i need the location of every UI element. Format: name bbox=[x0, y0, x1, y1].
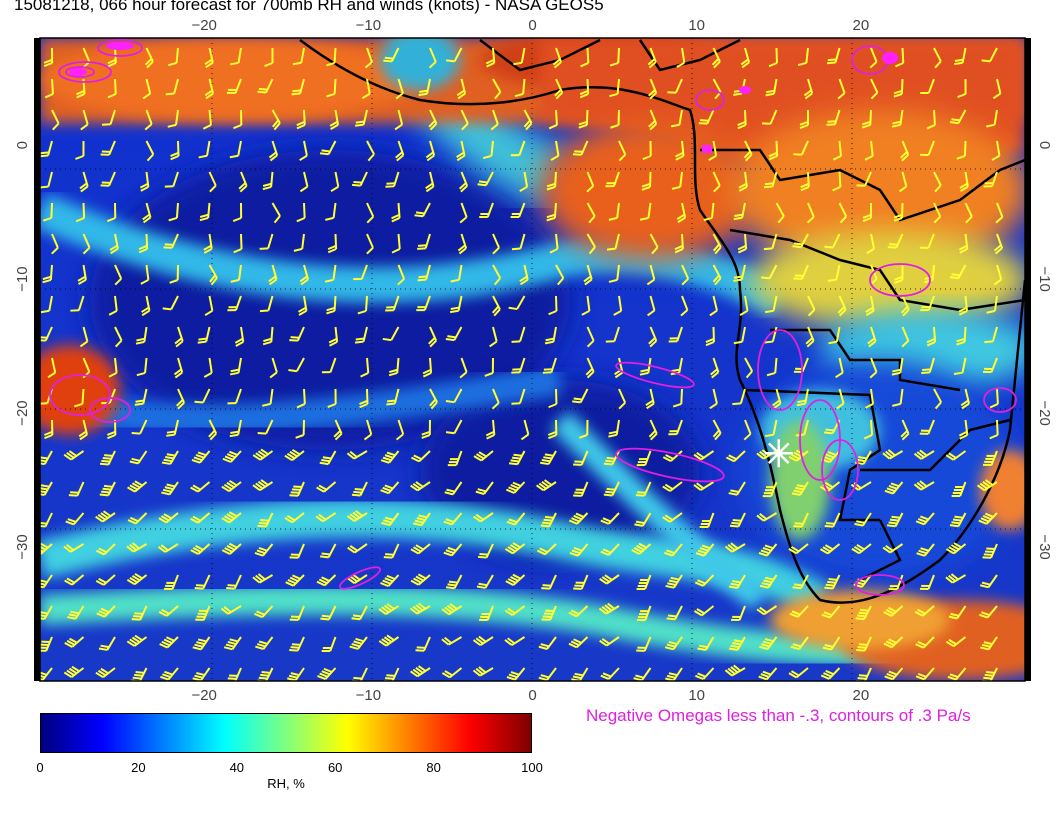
colorbar-tick: 20 bbox=[131, 760, 146, 775]
colorbar-tick: 0 bbox=[36, 760, 44, 775]
lon-tick-bottom: 10 bbox=[688, 687, 705, 700]
lat-tick-left: −30 bbox=[14, 534, 31, 559]
rh-wind-map: −20 −20 −10 −10 0 0 10 10 20 20 0 0 −10 −10 −20 −20 −30 −… bbox=[14, 17, 1053, 700]
colorbar-tick: 100 bbox=[521, 760, 543, 775]
colorbar-tick: 40 bbox=[229, 760, 245, 775]
lon-tick-bottom: 0 bbox=[528, 687, 536, 700]
lon-tick-top: −20 bbox=[191, 17, 216, 34]
lat-tick-right: −20 bbox=[1036, 400, 1053, 425]
rh-colorbar bbox=[40, 713, 532, 753]
lat-tick-right: 0 bbox=[1036, 141, 1053, 149]
omega-note: Negative Omegas less than -.3, contours … bbox=[586, 706, 971, 725]
lat-tick-left: 0 bbox=[14, 141, 31, 149]
location-marker bbox=[764, 439, 793, 468]
lon-tick-top: 10 bbox=[688, 17, 705, 34]
lon-tick-top: −10 bbox=[356, 17, 381, 34]
lat-tick-right: −30 bbox=[1036, 534, 1053, 559]
lon-tick-top: 0 bbox=[528, 17, 536, 34]
lon-tick-top: 20 bbox=[852, 17, 869, 34]
lat-tick-left: −10 bbox=[14, 266, 31, 291]
lon-tick-bottom: −20 bbox=[191, 687, 216, 700]
lon-tick-bottom: 20 bbox=[852, 687, 869, 700]
lat-tick-right: −10 bbox=[1036, 266, 1053, 291]
colorbar-tick: 60 bbox=[327, 760, 343, 775]
lon-tick-bottom: −10 bbox=[356, 687, 381, 700]
colorbar-tick: 80 bbox=[426, 760, 441, 775]
colorbar-title: RH, % bbox=[267, 776, 305, 791]
lat-tick-left: −20 bbox=[14, 400, 31, 425]
